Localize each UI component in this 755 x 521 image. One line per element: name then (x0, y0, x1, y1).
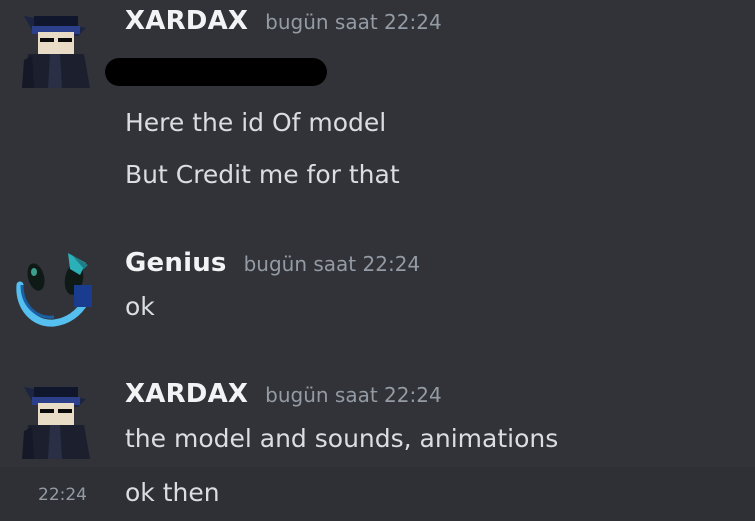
avatar[interactable] (14, 245, 96, 327)
username[interactable]: XARDAX (125, 6, 248, 36)
message-row-hovered[interactable] (0, 467, 755, 521)
message-text: But Credit me for that (125, 160, 400, 189)
avatar[interactable] (14, 377, 96, 459)
avatar[interactable] (14, 6, 96, 88)
username[interactable]: XARDAX (125, 379, 248, 409)
message-timestamp[interactable]: bugün saat 22:24 (265, 10, 442, 34)
username[interactable]: Genius (125, 248, 227, 278)
message-text: Here the id Of model (125, 108, 387, 137)
xardax-avatar-icon (22, 16, 90, 88)
hover-timestamp[interactable]: 22:24 (38, 485, 87, 505)
message-text: ok (125, 292, 155, 321)
message-text: the model and sounds, animations (125, 424, 559, 453)
chat-messages: XARDAX bugün saat 22:24 Here the id Of m… (0, 0, 755, 521)
message-timestamp[interactable]: bugün saat 22:24 (244, 252, 421, 276)
message-text: ok then (125, 478, 220, 507)
message-timestamp[interactable]: bugün saat 22:24 (265, 383, 442, 407)
redacted-content (105, 58, 327, 86)
genius-avatar-icon (16, 253, 92, 327)
xardax-avatar-icon (22, 387, 90, 459)
